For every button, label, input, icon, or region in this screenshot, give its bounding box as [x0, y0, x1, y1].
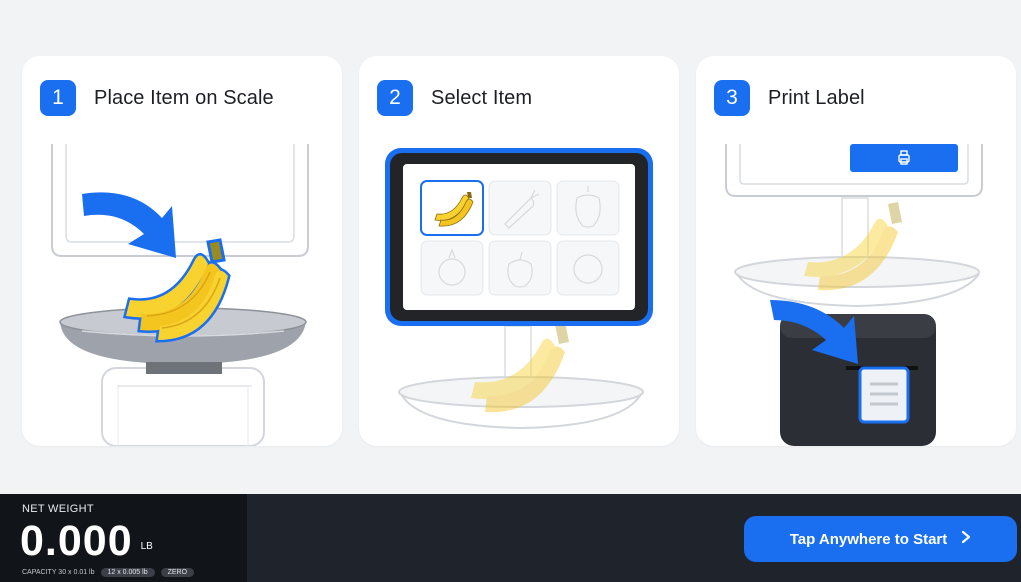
net-weight-label: NET WEIGHT	[22, 503, 94, 515]
step-card-1: 1 Place Item on Scale	[22, 56, 342, 446]
step-header-2: 2 Select Item	[377, 80, 532, 116]
division-badge: 12 x 0.005 lb	[100, 568, 155, 577]
step-number-badge: 2	[377, 80, 413, 116]
step-title: Place Item on Scale	[94, 86, 274, 109]
step-title: Print Label	[768, 86, 865, 109]
step-number-badge: 1	[40, 80, 76, 116]
step-header-1: 1 Place Item on Scale	[40, 80, 274, 116]
weight-unit: LB	[140, 541, 153, 552]
place-item-illustration	[22, 136, 342, 446]
steps-container: 1 Place Item on Scale 2 Select Item 3 Pr…	[22, 56, 1016, 446]
print-button	[850, 144, 958, 172]
step-card-2: 2 Select Item	[359, 56, 679, 446]
item-tile-selected	[420, 180, 484, 236]
weight-value: 0.000	[20, 517, 133, 565]
down-arrow-icon	[82, 192, 176, 258]
select-item-illustration	[359, 136, 679, 446]
step-title: Select Item	[431, 86, 533, 109]
capacity-text: CAPACITY 30 x 0.01 lb	[22, 569, 95, 576]
chevron-right-icon	[961, 530, 971, 549]
scale-base	[101, 367, 265, 446]
step-card-3: 3 Print Label	[696, 56, 1016, 446]
step-header-3: 3 Print Label	[714, 80, 865, 116]
bottom-bar: NET WEIGHT 0.000 LB CAPACITY 30 x 0.01 l…	[0, 494, 1021, 582]
start-button[interactable]: Tap Anywhere to Start	[744, 516, 1017, 562]
scale-specs: CAPACITY 30 x 0.01 lb 12 x 0.005 lb ZERO	[22, 568, 195, 577]
start-button-label: Tap Anywhere to Start	[789, 530, 948, 548]
print-label-illustration	[696, 136, 1016, 446]
step-number-badge: 3	[714, 80, 750, 116]
zero-badge: ZERO	[160, 568, 195, 577]
weight-display: NET WEIGHT 0.000 LB CAPACITY 30 x 0.01 l…	[0, 494, 247, 582]
weight-readout: 0.000 LB	[20, 518, 153, 564]
